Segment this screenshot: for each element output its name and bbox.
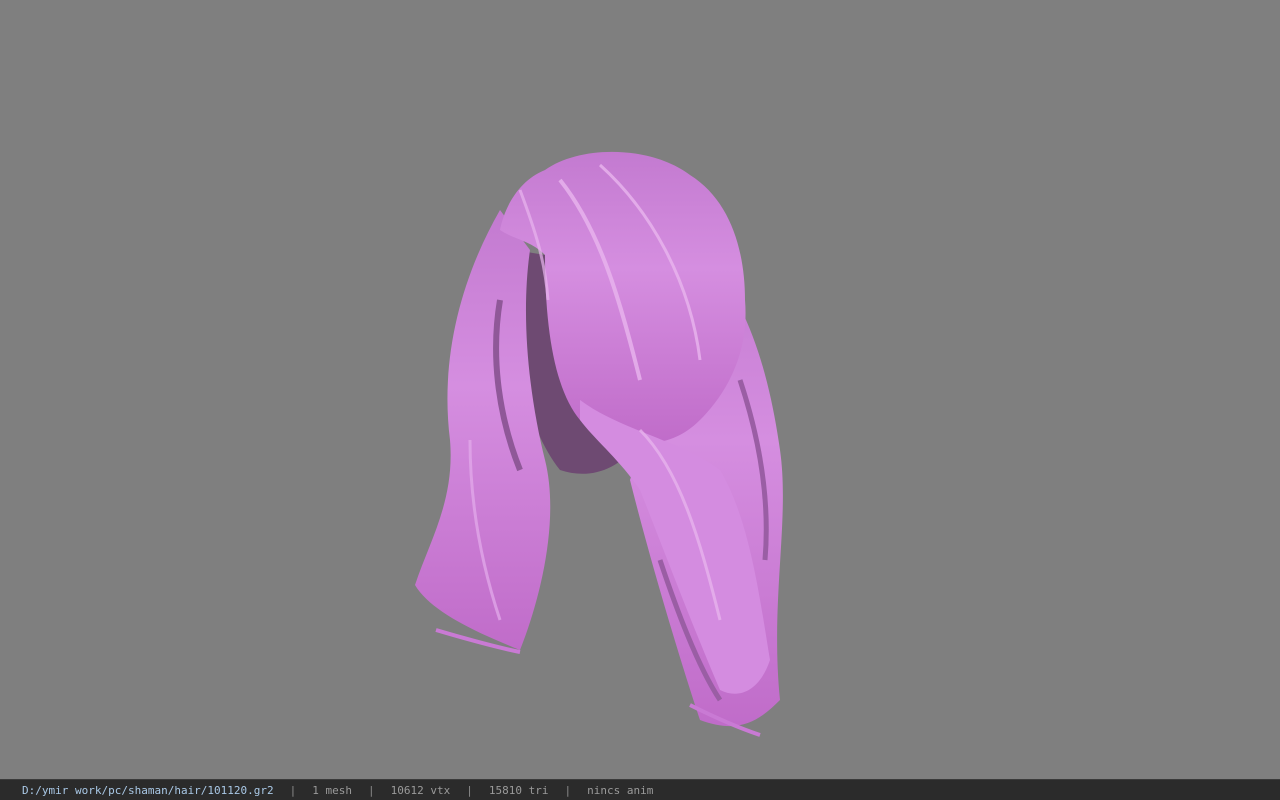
3d-viewport[interactable] xyxy=(0,0,1280,779)
status-separator: | xyxy=(368,783,375,797)
hair-mesh-model xyxy=(415,151,783,737)
status-bar: D:/ymir work/pc/shaman/hair/101120.gr2 |… xyxy=(0,779,1280,800)
status-separator: | xyxy=(289,783,297,797)
triangle-count-label: 15810 tri xyxy=(488,783,549,797)
status-separator: | xyxy=(466,783,473,797)
vertex-count-label: 10612 vtx xyxy=(390,783,451,797)
mesh-count-label: 1 mesh xyxy=(312,783,353,797)
animation-status-label: nincs anim xyxy=(587,783,654,797)
status-separator: | xyxy=(564,783,572,797)
file-path-label: D:/ymir work/pc/shaman/hair/101120.gr2 xyxy=(22,783,274,797)
